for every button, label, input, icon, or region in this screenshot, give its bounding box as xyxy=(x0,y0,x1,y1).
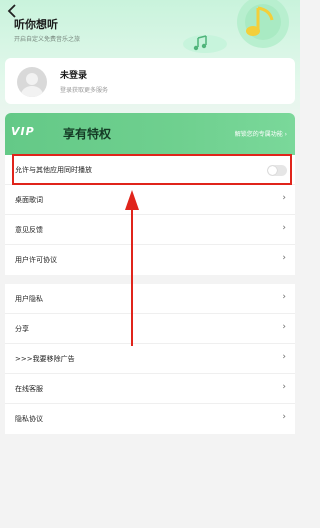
setting-label: 意见反馈 xyxy=(15,226,43,234)
setting-label: 允许与其他应用同时播放 xyxy=(15,166,92,174)
login-title: 未登录 xyxy=(60,71,88,81)
chevron-right-icon: › xyxy=(282,223,286,233)
setting-row-user-license[interactable]: 用户许可协议 › xyxy=(5,245,295,275)
chevron-right-icon: › xyxy=(282,253,286,263)
vip-unlock-link[interactable]: 解锁您的专属功能 › xyxy=(235,129,287,138)
settings-group-1: 允许与其他应用同时播放 桌面歌词 › 意见反馈 › 用户许可协议 › xyxy=(5,155,295,275)
login-subtitle: 登录获取更多服务 xyxy=(60,87,109,94)
chevron-right-icon: › xyxy=(282,322,286,332)
chevron-right-icon: › xyxy=(282,193,286,203)
setting-label: 用户隐私 xyxy=(15,295,43,303)
setting-row-feedback[interactable]: 意见反馈 › xyxy=(5,215,295,245)
concurrent-playback-toggle[interactable] xyxy=(267,165,287,176)
up-arrow-annotation-icon xyxy=(125,190,139,346)
chevron-right-icon: › xyxy=(282,292,286,302)
settings-group-2: 用户隐私 › 分享 › >>>我要移除广告 › 在线客服 › 隐私协议 › xyxy=(5,284,295,434)
setting-row-privacy-policy[interactable]: 隐私协议 › xyxy=(5,404,295,434)
setting-label: 桌面歌词 xyxy=(15,196,43,204)
setting-row-user-privacy[interactable]: 用户隐私 › xyxy=(5,284,295,314)
setting-label: 隐私协议 xyxy=(15,415,43,423)
page-subtitle: 开启自定义免费音乐之旅 xyxy=(14,36,81,43)
setting-label: >>>我要移除广告 xyxy=(15,355,75,363)
vip-banner[interactable]: VIP 享有特权 解锁您的专属功能 › xyxy=(5,113,295,155)
setting-label: 分享 xyxy=(15,325,29,333)
page-title: 听你想听 xyxy=(14,18,58,31)
setting-row-concurrent-playback: 允许与其他应用同时播放 xyxy=(5,155,295,185)
vip-tag: VIP xyxy=(11,125,35,138)
vip-title: 享有特权 xyxy=(63,127,112,141)
setting-row-share[interactable]: 分享 › xyxy=(5,314,295,344)
music-note-decoration-icon xyxy=(183,0,289,53)
chevron-right-icon: › xyxy=(282,382,286,392)
setting-row-remove-ads[interactable]: >>>我要移除广告 › xyxy=(5,344,295,374)
setting-row-online-support[interactable]: 在线客服 › xyxy=(5,374,295,404)
chevron-right-icon: › xyxy=(282,352,286,362)
avatar-placeholder-icon xyxy=(17,67,47,97)
setting-label: 在线客服 xyxy=(15,385,43,393)
login-card[interactable]: 未登录 登录获取更多服务 xyxy=(5,58,295,104)
setting-row-desktop-lyrics[interactable]: 桌面歌词 › xyxy=(5,185,295,215)
chevron-right-icon: › xyxy=(282,412,286,422)
setting-label: 用户许可协议 xyxy=(15,256,57,264)
